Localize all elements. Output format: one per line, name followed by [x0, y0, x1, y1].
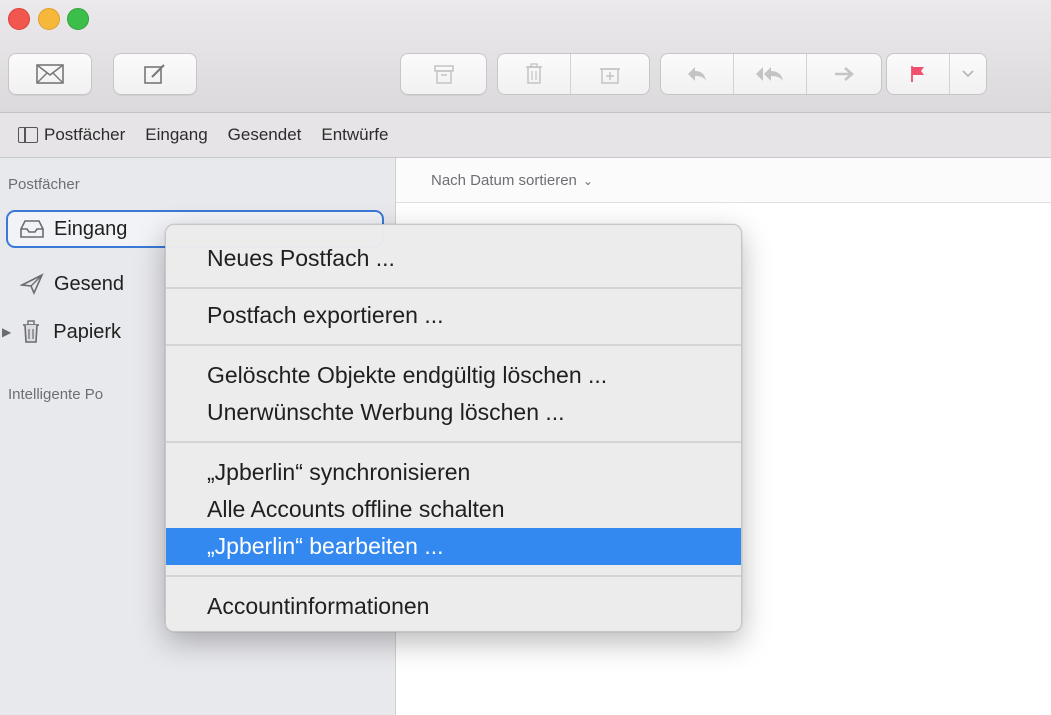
favorites-mailboxes-label: Postfächer — [44, 125, 126, 144]
forward-icon — [835, 67, 854, 81]
junk-button[interactable] — [571, 54, 649, 94]
inbox-icon — [18, 217, 46, 241]
delete-button[interactable] — [498, 54, 571, 94]
chevron-down-icon — [962, 70, 974, 78]
sort-menu-button[interactable]: Nach Datum sortieren ⌄ — [431, 172, 593, 189]
minimize-window-button[interactable] — [38, 8, 60, 30]
context-menu: Neues Postfach ... Postfach exportieren … — [165, 224, 742, 632]
compose-button[interactable] — [113, 53, 197, 95]
chevron-down-icon: ⌄ — [582, 173, 593, 188]
sidebar-item-label: Papierk — [53, 320, 122, 343]
forward-button[interactable] — [807, 54, 881, 94]
favorite-drafts[interactable]: Entwürfe — [311, 125, 398, 145]
get-mail-button[interactable] — [8, 53, 92, 95]
menu-item-account-info[interactable]: Accountinformationen — [166, 588, 741, 625]
favorite-inbox[interactable]: Eingang — [135, 125, 217, 145]
sidebar-item-trash[interactable]: ▶ Papierk — [2, 314, 121, 350]
message-list-header: Nach Datum sortieren ⌄ — [396, 158, 1051, 203]
flag-button[interactable] — [887, 54, 950, 94]
junk-icon — [600, 68, 620, 84]
menu-separator — [166, 344, 741, 346]
sidebar-item-label: Gesend — [54, 272, 125, 295]
flag-group — [886, 53, 987, 95]
menu-item-erase-junk[interactable]: Unerwünschte Werbung löschen ... — [166, 394, 741, 431]
reply-icon — [688, 67, 706, 81]
sidebar-header: Postfächer — [8, 176, 80, 193]
smart-mailboxes-header: Intelligente Po — [8, 386, 104, 403]
sort-label: Nach Datum sortieren — [431, 171, 577, 189]
envelope-icon — [36, 64, 64, 84]
favorites-mailboxes-button[interactable]: Postfächer — [0, 125, 135, 145]
window-toolbar — [0, 0, 1051, 113]
menu-item-take-all-offline[interactable]: Alle Accounts offline schalten — [166, 491, 741, 528]
trash-icon — [17, 320, 45, 344]
favorites-bar: Postfächer Eingang Gesendet Entwürfe — [0, 113, 1051, 158]
archive-icon — [433, 65, 454, 84]
sidebar-item-label: Eingang — [54, 217, 128, 240]
compose-icon — [144, 64, 165, 84]
sidebar-item-sent[interactable]: Gesend — [18, 266, 124, 302]
sent-icon — [18, 272, 46, 296]
flag-menu-button[interactable] — [950, 54, 986, 94]
menu-separator — [166, 287, 741, 289]
reply-button[interactable] — [661, 54, 734, 94]
menu-item-synchronize-account[interactable]: „Jpberlin“ synchronisieren — [166, 454, 741, 491]
menu-separator — [166, 575, 741, 577]
close-window-button[interactable] — [8, 8, 30, 30]
reply-all-button[interactable] — [734, 54, 807, 94]
trash-icon — [526, 63, 542, 84]
sidebar-toggle-icon — [18, 127, 38, 143]
reply-group — [660, 53, 882, 95]
reply-all-icon — [756, 67, 783, 81]
favorite-sent[interactable]: Gesendet — [218, 125, 312, 145]
menu-item-export-mailbox[interactable]: Postfach exportieren ... — [166, 297, 741, 334]
flag-icon — [911, 66, 924, 82]
menu-item-erase-deleted[interactable]: Gelöschte Objekte endgültig löschen ... — [166, 357, 741, 394]
menu-item-edit-account[interactable]: „Jpberlin“ bearbeiten ... — [166, 528, 741, 565]
archive-button[interactable] — [400, 53, 487, 95]
disclosure-triangle-icon[interactable]: ▶ — [2, 325, 11, 339]
menu-item-new-mailbox[interactable]: Neues Postfach ... — [166, 240, 741, 277]
zoom-window-button[interactable] — [67, 8, 89, 30]
delete-junk-group — [497, 53, 650, 95]
menu-separator — [166, 441, 741, 443]
